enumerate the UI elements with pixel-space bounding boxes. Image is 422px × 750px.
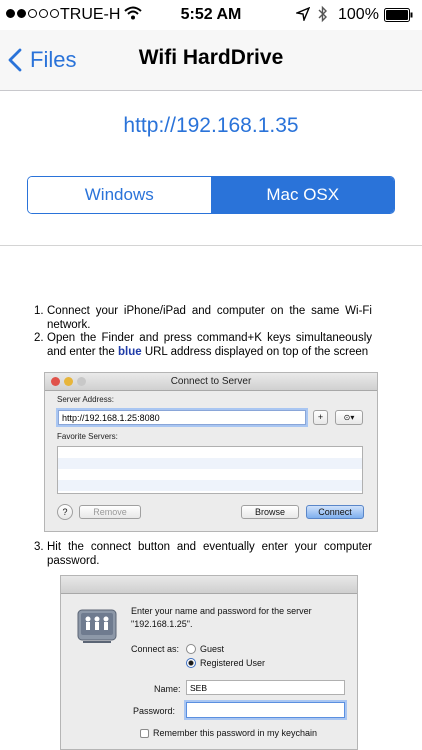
divider bbox=[0, 245, 422, 246]
password-label: Password: bbox=[133, 706, 176, 716]
authentication-dialog: Enter your name and password for the ser… bbox=[60, 575, 358, 750]
add-favorite-button[interactable]: + bbox=[313, 410, 328, 425]
blue-keyword: blue bbox=[117, 345, 142, 358]
battery-percent: 100% bbox=[338, 6, 379, 23]
chevron-left-icon bbox=[8, 48, 22, 72]
dialog-title: Connect to Server bbox=[170, 376, 252, 387]
segment-mac-osx[interactable]: Mac OSX bbox=[211, 177, 394, 213]
browse-button[interactable]: Browse bbox=[241, 505, 299, 519]
name-label: Name: bbox=[154, 684, 181, 694]
auth-prompt-line-1: Enter your name and password for the ser… bbox=[131, 606, 312, 616]
location-icon bbox=[294, 6, 311, 26]
back-button-label: Files bbox=[30, 47, 77, 72]
bluetooth-icon bbox=[318, 5, 328, 28]
status-bar: TRUE-H 5:52 AM 100% bbox=[0, 0, 422, 30]
step-number: 2. bbox=[34, 332, 44, 344]
password-input[interactable] bbox=[186, 702, 345, 718]
step-text: URL address displayed on top of the scre… bbox=[141, 345, 369, 358]
instructions: 1. Connect your iPhone/iPad and computer … bbox=[34, 305, 372, 359]
platform-segmented-control: Windows Mac OSX bbox=[27, 176, 395, 214]
dialog-title-bar bbox=[61, 576, 357, 594]
instruction-step-3: 3. Hit the connect button and eventually … bbox=[34, 541, 372, 568]
segment-windows[interactable]: Windows bbox=[28, 177, 212, 213]
guest-radio[interactable] bbox=[186, 644, 196, 654]
step-number: 3. bbox=[34, 541, 44, 553]
guest-label: Guest bbox=[200, 644, 225, 654]
registered-user-radio[interactable] bbox=[186, 658, 196, 668]
server-address-input[interactable]: http://192.168.1.25:8080 bbox=[58, 410, 306, 425]
step-text: Connect your iPhone/iPad and computer on… bbox=[47, 305, 372, 331]
battery-icon bbox=[384, 8, 414, 27]
connect-button[interactable]: Connect bbox=[306, 505, 364, 519]
step-text: Hit the connect button and eventually en… bbox=[47, 541, 372, 567]
server-address-label: Server Address: bbox=[57, 395, 114, 404]
help-button[interactable]: ? bbox=[57, 504, 73, 520]
favorite-servers-label: Favorite Servers: bbox=[57, 432, 118, 441]
navigation-bar: Files Wifi HardDrive bbox=[0, 30, 422, 91]
connect-as-label: Connect as: bbox=[131, 644, 180, 654]
registered-user-label: Registered User bbox=[200, 658, 266, 668]
remember-password-label: Remember this password in my keychain bbox=[153, 728, 318, 738]
back-button[interactable]: Files bbox=[8, 42, 76, 78]
remember-password-checkbox[interactable] bbox=[140, 729, 149, 738]
instruction-step-1: 1. Connect your iPhone/iPad and computer … bbox=[34, 305, 372, 332]
recent-servers-button[interactable]: ⊙▾ bbox=[335, 410, 363, 425]
name-input[interactable]: SEB bbox=[186, 680, 345, 695]
favorite-servers-list[interactable] bbox=[57, 446, 363, 494]
auth-prompt-line-2: "192.168.1.25". bbox=[131, 619, 193, 629]
connect-to-server-dialog: Connect to Server Server Address: http:/… bbox=[44, 372, 378, 532]
remove-button[interactable]: Remove bbox=[79, 505, 141, 519]
step-number: 1. bbox=[34, 305, 44, 317]
dialog-title-bar: Connect to Server bbox=[45, 373, 377, 391]
instruction-step-2: 2. Open the Finder and press command+K ke… bbox=[34, 332, 372, 359]
network-server-icon bbox=[77, 608, 117, 649]
server-url: http://192.168.1.35 bbox=[123, 114, 299, 137]
